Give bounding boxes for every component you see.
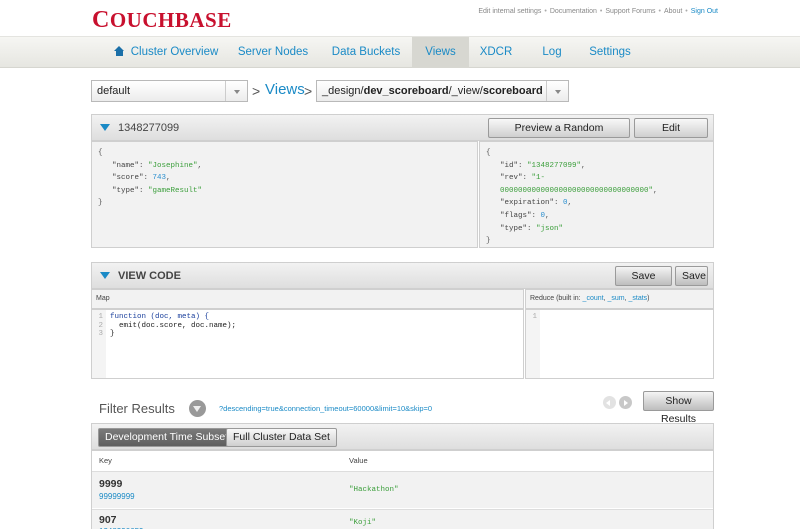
- next-page-icon[interactable]: [619, 396, 632, 409]
- nav-cluster-overview[interactable]: Cluster Overview: [108, 37, 224, 68]
- preview-random-document-button[interactable]: Preview a Random Document: [488, 118, 630, 152]
- document-json: { "name": "Josephine", "score": 743, "type…: [91, 141, 478, 248]
- tab-development-subset[interactable]: Development Time Subset: [98, 428, 236, 447]
- results-table: Key Value 9999 99999999 "Hackathon" 907 …: [91, 450, 714, 529]
- json-line: "name": "Josephine",: [112, 161, 203, 170]
- reduce-sum-link[interactable]: _sum: [607, 295, 624, 302]
- reduce-count-link[interactable]: _count: [583, 295, 604, 302]
- prev-page-icon[interactable]: [603, 396, 616, 409]
- map-code: function (doc, meta) { emit(doc.score, d…: [110, 313, 237, 339]
- results-tabs: Development Time Subset Full Cluster Dat…: [91, 423, 714, 450]
- json-line: 000000000000000000000000000000000",: [500, 186, 658, 195]
- top-links: Edit internal settings • Documentation • Sup…: [478, 8, 718, 15]
- views-link[interactable]: Views: [265, 81, 305, 98]
- collapse-triangle-icon[interactable]: [100, 272, 110, 279]
- map-editor-header: Map: [91, 289, 524, 309]
- row-value: "Koji": [349, 519, 377, 527]
- row-key: 907: [99, 514, 117, 526]
- tab-full-cluster[interactable]: Full Cluster Data Set: [226, 428, 337, 447]
- nav-settings[interactable]: Settings: [582, 37, 638, 68]
- edit-document-button[interactable]: Edit Document: [634, 118, 708, 152]
- reduce-editor-header: Reduce (built in: _count, _sum, _stats): [525, 289, 714, 309]
- table-row: 9999 99999999 "Hackathon": [92, 471, 713, 508]
- collapse-triangle-icon[interactable]: [100, 124, 110, 131]
- home-icon: [113, 46, 125, 56]
- bucket-select[interactable]: default: [91, 80, 248, 102]
- document-meta-json: { "id": "1348277099", "rev": "1- 000000000…: [479, 141, 714, 248]
- nav-server-nodes[interactable]: Server Nodes: [231, 37, 315, 68]
- top-bar: COUCHBASE Edit internal settings • Documen…: [0, 0, 800, 36]
- support-forums-link[interactable]: Support Forums: [605, 8, 655, 15]
- filter-results-title: Filter Results: [99, 401, 175, 416]
- row-key: 9999: [99, 478, 123, 490]
- edit-settings-link[interactable]: Edit internal settings: [478, 8, 541, 15]
- reduce-code-editor[interactable]: 1: [525, 309, 714, 379]
- nav-xdcr[interactable]: XDCR: [474, 37, 518, 68]
- sign-out-link[interactable]: Sign Out: [691, 8, 718, 15]
- line-numbers: 1: [526, 310, 540, 378]
- breadcrumb-separator: >: [252, 83, 261, 99]
- json-line: "type": "json": [500, 224, 564, 233]
- reduce-stats-link[interactable]: _stats: [628, 295, 647, 302]
- show-results-button[interactable]: Show Results: [643, 391, 714, 425]
- map-code-editor[interactable]: 1 2 3 function (doc, meta) { emit(doc.sc…: [91, 309, 524, 379]
- save-button[interactable]: Save: [675, 266, 708, 286]
- filter-query-link[interactable]: ?descending=true&connection_timeout=6000…: [219, 404, 432, 413]
- document-id: 1348277099: [118, 122, 180, 134]
- row-doc-id-link[interactable]: 99999999: [99, 492, 135, 501]
- save-as-button[interactable]: Save As...: [615, 266, 672, 300]
- json-line: "expiration": 0,: [500, 199, 573, 208]
- nav-log[interactable]: Log: [535, 37, 569, 68]
- nav-data-buckets[interactable]: Data Buckets: [323, 37, 409, 68]
- breadcrumb-separator: >: [304, 83, 313, 99]
- view-code-title: VIEW CODE: [118, 270, 181, 282]
- view-code-panel-header: VIEW CODE Save As... Save: [91, 262, 714, 300]
- filter-dropdown-icon[interactable]: [189, 400, 206, 417]
- column-header-key: Key: [99, 456, 112, 465]
- json-line: "type": "gameResult": [112, 186, 203, 195]
- chevron-down-icon: [225, 81, 247, 101]
- json-line: "id": "1348277099",: [500, 161, 586, 170]
- documentation-link[interactable]: Documentation: [550, 8, 597, 15]
- nav-views[interactable]: Views: [412, 37, 469, 68]
- couchbase-logo[interactable]: COUCHBASE: [92, 7, 232, 34]
- about-link[interactable]: About: [664, 8, 682, 15]
- json-line: "flags": 0,: [500, 211, 550, 220]
- main-nav: Cluster Overview Server Nodes Data Bucke…: [0, 36, 800, 68]
- json-line: "score": 743,: [112, 174, 171, 183]
- row-value: "Hackathon": [349, 486, 399, 494]
- line-numbers: 1 2 3: [92, 310, 106, 378]
- json-line: "rev": "1-: [500, 174, 546, 183]
- table-row: 907 1348290659 "Koji": [92, 509, 713, 529]
- view-select[interactable]: _design/dev_scoreboard/_view/scoreboard: [316, 80, 569, 102]
- chevron-down-icon: [546, 81, 568, 101]
- document-panel-header: 1348277099 Preview a Random Document Edi…: [91, 114, 714, 152]
- column-header-value: Value: [349, 456, 368, 465]
